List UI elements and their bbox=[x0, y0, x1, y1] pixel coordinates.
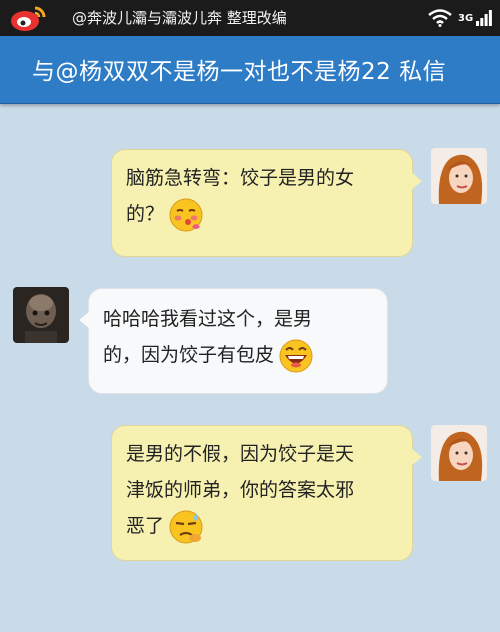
status-bar-text: @奔波儿灞与灞波儿奔 整理改编 bbox=[72, 9, 287, 27]
message-line: 恶了 bbox=[126, 515, 165, 537]
conversation-title: 与@杨双双不是杨一对也不是杨22 私信 bbox=[32, 59, 447, 85]
message-bubble-sent[interactable]: 是男的不假，因为饺子是天 津饭的师弟，你的答案太邪 恶了 bbox=[111, 425, 422, 561]
message-line-with-emoji: 恶了 bbox=[126, 508, 412, 545]
message-line: 的？ bbox=[126, 203, 165, 225]
sweat-emoji-icon bbox=[169, 510, 203, 543]
message-line: 是男的不假，因为饺子是天 bbox=[126, 443, 355, 465]
message-line: 脑筋急转弯：饺子是男的女 bbox=[126, 167, 355, 189]
conversation-header: 与@杨双双不是杨一对也不是杨22 私信 bbox=[0, 36, 500, 104]
weibo-logo-icon bbox=[11, 6, 46, 31]
user-avatar-icon bbox=[431, 148, 487, 204]
message-bubble-sent[interactable]: 脑筋急转弯：饺子是男的女 的？ bbox=[111, 149, 422, 257]
contact-avatar-icon bbox=[13, 287, 69, 343]
message-line: 津饭的师弟，你的答案太邪 bbox=[126, 479, 355, 501]
message-line-with-emoji: 的？ bbox=[126, 196, 412, 233]
wifi-icon bbox=[428, 9, 452, 27]
user-avatar-icon bbox=[431, 425, 487, 481]
contact-avatar[interactable] bbox=[13, 287, 69, 343]
message-line: 哈哈哈我看过这个，是男 bbox=[103, 308, 313, 330]
my-avatar[interactable] bbox=[431, 148, 487, 204]
message-line-with-emoji: 的，因为饺子有包皮 bbox=[103, 337, 387, 374]
message-bubble-received[interactable]: 哈哈哈我看过这个，是男 的，因为饺子有包皮 bbox=[79, 288, 388, 394]
message-line: 的，因为饺子有包皮 bbox=[103, 344, 275, 366]
status-bar: @奔波儿灞与灞波儿奔 整理改编 3G bbox=[0, 0, 500, 36]
shy-kiss-emoji-icon bbox=[169, 198, 203, 231]
my-avatar[interactable] bbox=[431, 425, 487, 481]
laughing-emoji-icon bbox=[279, 339, 313, 372]
signal-strength-icon bbox=[476, 10, 492, 26]
network-type-label: 3G bbox=[458, 13, 474, 24]
